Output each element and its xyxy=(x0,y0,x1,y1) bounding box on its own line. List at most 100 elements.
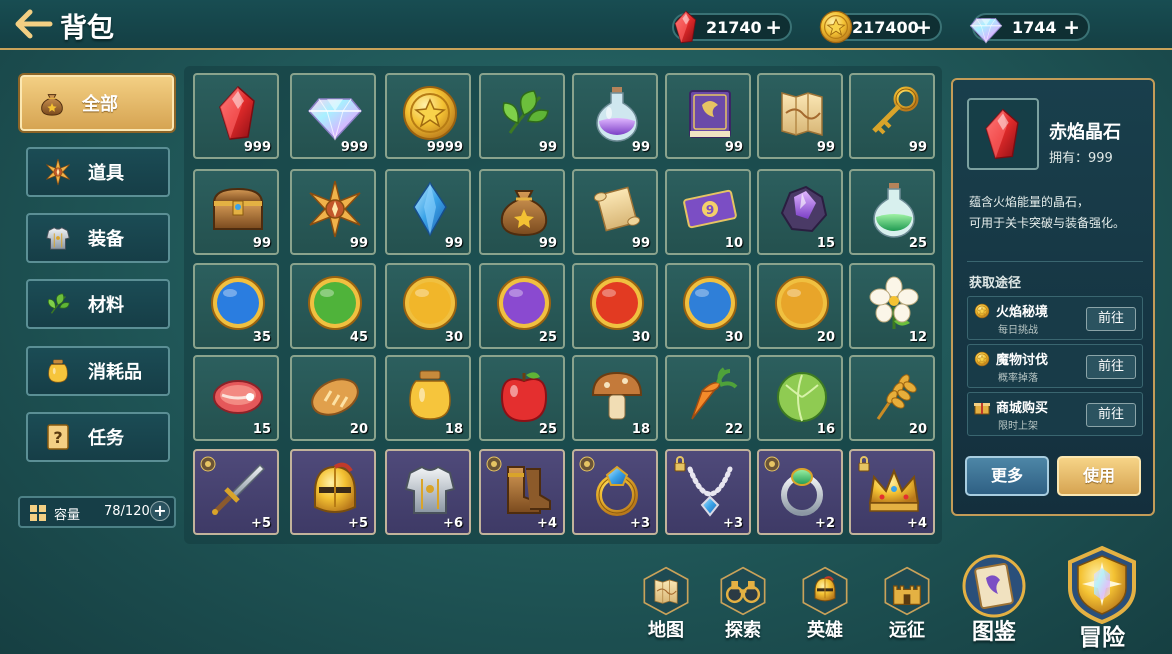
inventory-slot[interactable]: 35 xyxy=(193,263,279,349)
inventory-slot[interactable]: 25 xyxy=(849,169,935,255)
item-description-line-1: 蕴含火焰能量的晶石， xyxy=(969,195,1090,209)
inventory-slot[interactable]: 999 xyxy=(290,73,376,159)
inventory-slot[interactable]: +6 xyxy=(385,449,471,535)
item-count: 99 xyxy=(631,236,650,251)
inventory-slot[interactable]: 99 xyxy=(479,73,565,159)
inventory-slot[interactable]: 12 xyxy=(849,263,935,349)
inventory-slot[interactable]: 99 xyxy=(757,73,843,159)
item-count: 18 xyxy=(444,422,463,437)
inventory-slot[interactable]: 16 xyxy=(757,355,843,441)
nav-map[interactable]: 地图 xyxy=(631,566,701,646)
inventory-slot[interactable]: 20 xyxy=(849,355,935,441)
route-title: 火焰秘境 xyxy=(996,305,1049,320)
add-gold-button[interactable]: + xyxy=(915,15,932,39)
sidebar-item-tools[interactable]: 道具 xyxy=(26,147,170,197)
inventory-slot[interactable]: 20 xyxy=(290,355,376,441)
nav-label: 远征 xyxy=(889,620,925,641)
sidebar-item-label: 材料 xyxy=(88,295,124,316)
inventory-slot[interactable]: 99 xyxy=(385,169,471,255)
lock-badge-icon xyxy=(486,456,502,472)
top-bar: 背包 21740 + 217400 + 1744 + xyxy=(0,0,1172,50)
inventory-slot[interactable]: 25 xyxy=(479,263,565,349)
item-count: 30 xyxy=(631,330,650,345)
inventory-slot[interactable]: 999 xyxy=(193,73,279,159)
inventory-slot[interactable]: 99 xyxy=(849,73,935,159)
go-button[interactable]: 前往 xyxy=(1086,307,1136,331)
item-count: +6 xyxy=(443,516,463,531)
gold-key-icon xyxy=(864,83,924,143)
inventory-slot[interactable]: +5 xyxy=(193,449,279,535)
sidebar-item-all[interactable]: 全部 xyxy=(20,75,174,131)
more-button[interactable]: 更多 xyxy=(965,456,1049,496)
inventory-slot[interactable]: +4 xyxy=(849,449,935,535)
inventory-slot[interactable]: 99 xyxy=(193,169,279,255)
inventory-slot[interactable]: 18 xyxy=(572,355,658,441)
inventory-slot[interactable]: 10 xyxy=(665,169,751,255)
inventory-slot[interactable]: 9999 xyxy=(385,73,471,159)
add-diamond-button[interactable]: + xyxy=(1063,15,1080,39)
sidebar-item-consumables[interactable]: 消耗品 xyxy=(26,346,170,396)
inventory-slot[interactable]: 99 xyxy=(665,73,751,159)
inventory-slot[interactable]: 99 xyxy=(572,73,658,159)
go-button[interactable]: 前往 xyxy=(1086,355,1136,379)
item-description-line-2: 可用于关卡突破与装备强化。 xyxy=(969,216,1126,230)
go-button[interactable]: 前往 xyxy=(1086,403,1136,427)
item-count: 99 xyxy=(252,236,271,251)
inventory-slot[interactable]: 20 xyxy=(757,263,843,349)
inventory-slot[interactable]: 18 xyxy=(385,355,471,441)
nav-explore[interactable]: 探索 xyxy=(708,566,778,646)
inventory-slot[interactable]: 15 xyxy=(757,169,843,255)
item-count: 99 xyxy=(538,236,557,251)
inventory-slot[interactable]: 15 xyxy=(193,355,279,441)
knight-helmet-icon xyxy=(305,459,365,519)
inventory-slot[interactable]: +3 xyxy=(572,449,658,535)
inventory-slot[interactable]: 25 xyxy=(479,355,565,441)
inventory-slot[interactable]: 99 xyxy=(479,169,565,255)
money-bag-icon xyxy=(494,179,554,239)
fire-orb-icon xyxy=(587,273,647,333)
sidebar-item-materials[interactable]: 材料 xyxy=(26,279,170,329)
item-name: 赤焰晶石 xyxy=(1049,122,1121,143)
item-count: +3 xyxy=(630,516,650,531)
inventory-slot[interactable]: +2 xyxy=(757,449,843,535)
item-count: 99 xyxy=(538,140,557,155)
item-count: 30 xyxy=(724,330,743,345)
expand-capacity-button[interactable]: + xyxy=(150,501,170,521)
ruby-icon xyxy=(668,9,704,45)
inventory-slot[interactable]: +3 xyxy=(665,449,751,535)
item-count: 25 xyxy=(908,236,927,251)
nav-expedition[interactable]: 远征 xyxy=(872,566,942,646)
nav-label: 地图 xyxy=(648,620,684,641)
treasure-chest-icon xyxy=(208,179,268,239)
add-ruby-button[interactable]: + xyxy=(765,15,782,39)
sidebar-item-equipment[interactable]: 装备 xyxy=(26,213,170,263)
currency-value: 217400 xyxy=(852,17,919,37)
purple-ore-icon xyxy=(772,179,832,239)
nav-codex[interactable]: 图鉴 xyxy=(956,554,1032,646)
inventory-slot[interactable]: 30 xyxy=(665,263,751,349)
inventory-slot[interactable]: 30 xyxy=(385,263,471,349)
back-arrow-icon[interactable] xyxy=(10,6,54,42)
honey-jar-icon xyxy=(400,365,460,425)
inventory-slot[interactable]: +5 xyxy=(290,449,376,535)
item-owned: 拥有：999 xyxy=(1049,151,1113,166)
nav-heroes[interactable]: 英雄 xyxy=(790,566,860,646)
inventory-slot[interactable]: 99 xyxy=(290,169,376,255)
divider xyxy=(967,261,1143,262)
grid-icon xyxy=(30,505,46,521)
inventory-slot[interactable]: 99 xyxy=(572,169,658,255)
svg-text:?: ? xyxy=(53,428,62,447)
nav-adventure[interactable]: 冒险 xyxy=(1056,544,1148,651)
water-orb-icon xyxy=(208,273,268,333)
inventory-slot[interactable]: +4 xyxy=(479,449,565,535)
item-count: 15 xyxy=(816,236,835,251)
inventory-slot[interactable]: 22 xyxy=(665,355,751,441)
capacity-bar: 容量 78/120 + xyxy=(18,496,176,528)
sidebar-item-quests[interactable]: ? 任务 xyxy=(26,412,170,462)
inventory-slot[interactable]: 30 xyxy=(572,263,658,349)
currency-ruby: 21740 + xyxy=(672,13,792,41)
armor-icon xyxy=(44,224,72,252)
inventory-slot[interactable]: 45 xyxy=(290,263,376,349)
use-button[interactable]: 使用 xyxy=(1057,456,1141,496)
item-count: 20 xyxy=(816,330,835,345)
